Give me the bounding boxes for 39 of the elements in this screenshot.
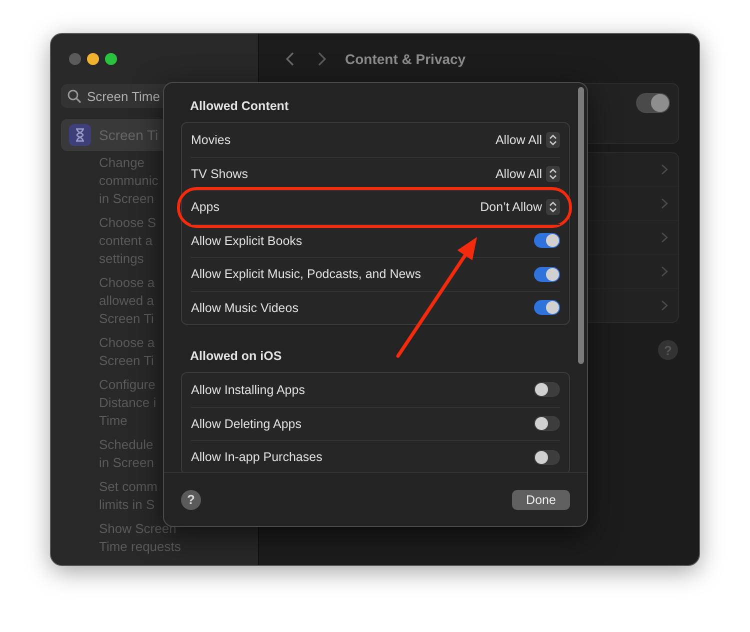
toggle-switch[interactable] <box>534 300 560 316</box>
setting-label: Allow Explicit Music, Podcasts, and News <box>191 266 421 282</box>
forward-icon <box>317 52 327 66</box>
help-button[interactable]: ? <box>658 340 678 360</box>
toggle-switch[interactable] <box>636 93 670 113</box>
hourglass-icon <box>69 124 91 146</box>
minimize-button[interactable] <box>87 53 99 65</box>
up-down-chevron-icon <box>546 166 560 182</box>
search-icon <box>67 89 81 103</box>
setting-label: Movies <box>191 132 231 148</box>
done-button[interactable]: Done <box>512 490 570 510</box>
setting-label: Allow Installing Apps <box>191 382 305 398</box>
chevron-right-icon <box>661 198 668 209</box>
chevron-right-icon <box>661 164 668 175</box>
back-icon <box>285 52 295 66</box>
up-down-chevron-icon <box>546 199 560 216</box>
setting-label: Allow Deleting Apps <box>191 416 302 432</box>
chevron-right-icon <box>661 266 668 277</box>
chevron-right-icon <box>661 232 668 243</box>
setting-label: TV Shows <box>191 166 248 182</box>
popup-button[interactable]: Allow All <box>495 132 560 148</box>
help-button[interactable]: ? <box>181 490 201 510</box>
up-down-chevron-icon <box>546 132 560 148</box>
section-heading: Allowed on iOS <box>190 348 283 364</box>
window-title: Content & Privacy <box>345 50 466 66</box>
toggle-switch[interactable] <box>534 233 560 248</box>
setting-label: Allow Explicit Books <box>191 232 302 249</box>
zoom-button[interactable] <box>105 53 117 65</box>
chevron-right-icon <box>661 300 668 311</box>
toggle-switch[interactable] <box>534 382 560 398</box>
setting-label: Allow Music Videos <box>191 300 298 316</box>
toggle-switch[interactable] <box>534 450 560 465</box>
popup-button[interactable]: Allow All <box>495 166 560 182</box>
toggle-switch[interactable] <box>534 266 560 282</box>
setting-label: Apps <box>191 199 220 216</box>
popup-button[interactable]: Don’t Allow <box>480 199 560 216</box>
setting-label: Allow In-app Purchases <box>191 449 322 466</box>
scrollbar[interactable] <box>578 87 584 364</box>
toggle-switch[interactable] <box>534 416 560 432</box>
